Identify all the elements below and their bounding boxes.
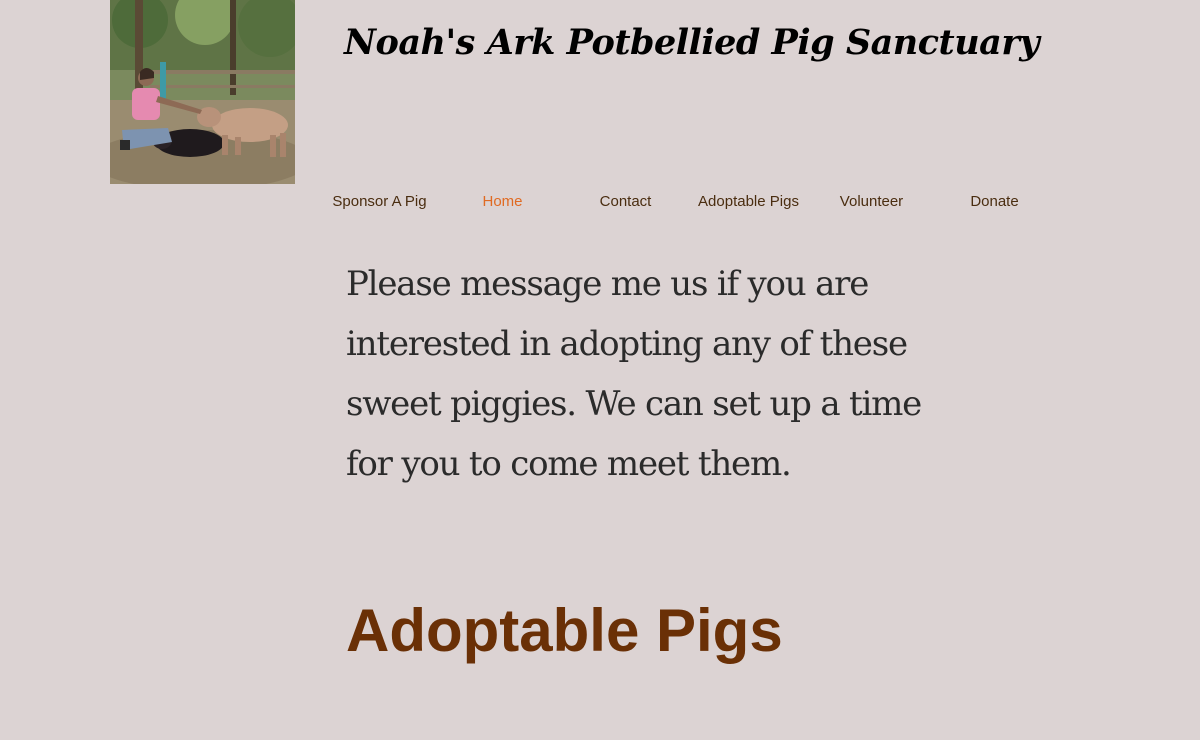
nav-item-contact[interactable]: Contact bbox=[564, 186, 687, 218]
nav-item-sponsor-a-pig[interactable]: Sponsor A Pig bbox=[318, 186, 441, 218]
adoptable-pigs-heading: Adoptable Pigs bbox=[346, 597, 783, 664]
woman-with-pigs-image bbox=[110, 0, 295, 184]
adoption-intro-text: Please message me us if you are interest… bbox=[346, 264, 922, 484]
nav-item-adoptable-pigs[interactable]: Adoptable Pigs bbox=[687, 186, 810, 218]
header-photo[interactable] bbox=[110, 0, 295, 184]
main-navigation: Sponsor A Pig Home Contact Adoptable Pig… bbox=[318, 186, 1056, 218]
nav-item-home[interactable]: Home bbox=[441, 186, 564, 218]
nav-item-donate[interactable]: Donate bbox=[933, 186, 1056, 218]
nav-item-volunteer[interactable]: Volunteer bbox=[810, 186, 933, 218]
site-title[interactable]: Noah's Ark Potbellied Pig Sanctuary bbox=[344, 22, 1040, 63]
